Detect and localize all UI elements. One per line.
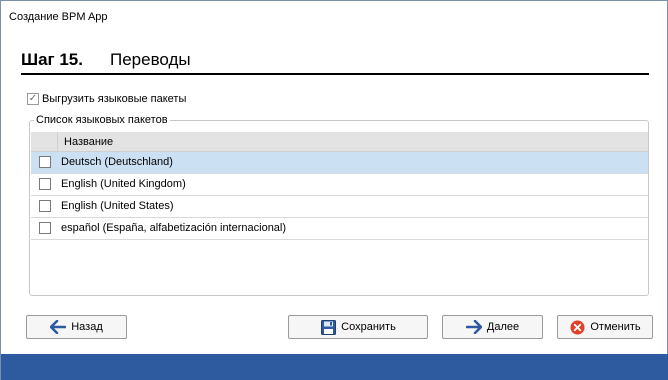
cancel-button-label: Отменить <box>590 321 641 333</box>
cancel-circle-icon <box>569 319 585 335</box>
row-label: Deutsch (Deutschland) <box>61 156 173 168</box>
step-title: Переводы <box>110 50 191 69</box>
checkbox-checked-icon[interactable]: ✓ <box>27 93 39 105</box>
table-row[interactable]: English (United States) <box>31 196 648 218</box>
save-button[interactable]: Сохранить <box>288 315 428 339</box>
table-row[interactable]: Deutsch (Deutschland) <box>31 152 648 174</box>
cancel-button[interactable]: Отменить <box>557 315 653 339</box>
row-checkbox[interactable] <box>39 222 51 234</box>
next-button-label: Далее <box>486 321 520 333</box>
save-button-label: Сохранить <box>341 321 396 333</box>
grid-header: Название <box>31 132 648 152</box>
next-button[interactable]: Далее <box>442 315 543 339</box>
language-packs-group: Список языковых пакетов Название Deutsch… <box>29 114 649 296</box>
column-header-name[interactable]: Название <box>64 136 113 148</box>
wizard-window: Создание BPM App Шаг 15. Переводы ✓ Выгр… <box>0 0 668 380</box>
arrow-right-icon <box>465 319 482 335</box>
footer-bar <box>1 354 668 380</box>
language-packs-grid: Название Deutsch (Deutschland) English (… <box>31 132 648 295</box>
window-title: Создание BPM App <box>9 11 108 23</box>
table-row[interactable]: español (España, alfabetización internac… <box>31 218 648 240</box>
row-checkbox[interactable] <box>39 156 51 168</box>
floppy-disk-icon <box>320 319 336 335</box>
grid-header-select-column <box>31 132 58 152</box>
back-button[interactable]: Назад <box>26 315 127 339</box>
row-label: español (España, alfabetización internac… <box>61 222 287 234</box>
step-number: Шаг 15. <box>21 50 83 69</box>
export-language-packs-label: Выгрузить языковые пакеты <box>42 93 187 105</box>
step-header: Шаг 15. Переводы <box>21 50 649 75</box>
back-button-label: Назад <box>71 321 103 333</box>
row-checkbox[interactable] <box>39 200 51 212</box>
table-row[interactable]: English (United Kingdom) <box>31 174 648 196</box>
export-language-packs-checkbox[interactable]: ✓ Выгрузить языковые пакеты <box>27 92 186 106</box>
row-label: English (United States) <box>61 200 174 212</box>
language-packs-legend: Список языковых пакетов <box>34 114 170 126</box>
row-checkbox[interactable] <box>39 178 51 190</box>
row-label: English (United Kingdom) <box>61 178 186 190</box>
arrow-left-icon <box>50 319 67 335</box>
